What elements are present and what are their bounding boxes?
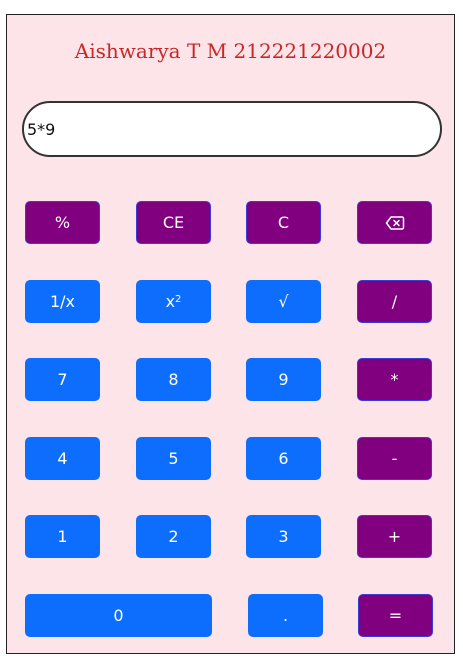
divide-button[interactable]: / — [357, 280, 432, 323]
decimal-button[interactable]: . — [248, 594, 323, 637]
digit-0-button[interactable]: 0 — [25, 594, 212, 637]
clear-entry-button[interactable]: CE — [136, 201, 211, 244]
backspace-icon — [385, 215, 404, 230]
backspace-button[interactable] — [357, 201, 432, 244]
digit-9-button[interactable]: 9 — [246, 358, 321, 401]
digit-3-button[interactable]: 3 — [246, 515, 321, 558]
digit-4-button[interactable]: 4 — [25, 437, 100, 480]
square-button-base: x — [165, 292, 176, 311]
calculator-panel: Aishwarya T M 212221220002 % CE C 1/x x2… — [6, 14, 455, 654]
plus-button[interactable]: + — [357, 515, 432, 558]
digit-2-button[interactable]: 2 — [136, 515, 211, 558]
digit-1-button[interactable]: 1 — [25, 515, 100, 558]
multiply-button[interactable]: * — [357, 358, 432, 401]
calculator-title: Aishwarya T M 212221220002 — [74, 39, 387, 63]
square-button[interactable]: x2 — [136, 280, 211, 323]
minus-button[interactable]: - — [357, 437, 432, 480]
clear-button[interactable]: C — [246, 201, 321, 244]
digit-5-button[interactable]: 5 — [136, 437, 211, 480]
square-button-exponent: 2 — [175, 294, 182, 305]
reciprocal-button[interactable]: 1/x — [25, 280, 100, 323]
digit-8-button[interactable]: 8 — [136, 358, 211, 401]
digit-7-button[interactable]: 7 — [25, 358, 100, 401]
equals-button[interactable]: = — [358, 594, 433, 637]
square-root-button[interactable]: √ — [246, 280, 321, 323]
percent-button[interactable]: % — [25, 201, 100, 244]
calculator-display[interactable] — [22, 101, 442, 157]
digit-6-button[interactable]: 6 — [246, 437, 321, 480]
